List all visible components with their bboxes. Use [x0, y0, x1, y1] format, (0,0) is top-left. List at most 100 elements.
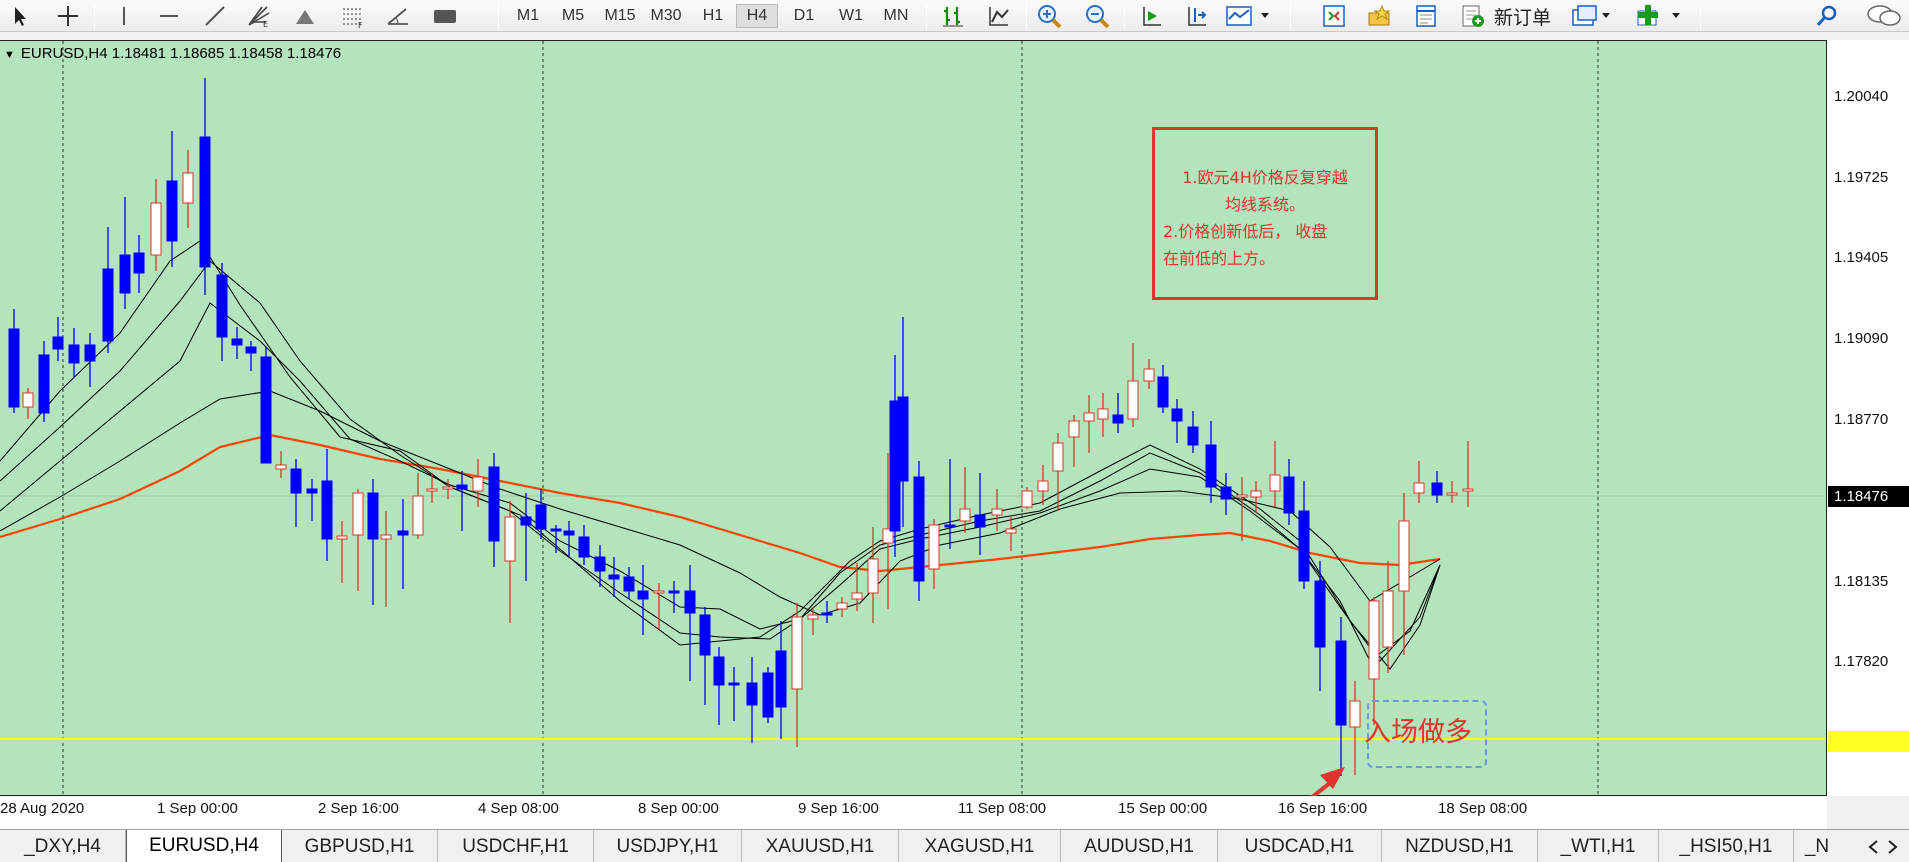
tab-scroll-arrows[interactable] — [1864, 830, 1904, 862]
bull-candle — [1127, 380, 1139, 420]
bear-candle — [216, 274, 228, 338]
chart-shift-icon[interactable] — [1183, 3, 1211, 29]
timeframe-mn[interactable]: MN — [874, 4, 918, 28]
tab-eurusd-h4[interactable]: EURUSD,H4 — [126, 830, 282, 862]
add-icon[interactable] — [1636, 3, 1664, 29]
bear-candle — [775, 650, 787, 708]
bear-candle — [563, 530, 575, 536]
bear-candle — [321, 480, 333, 540]
tab-usdjpy-h1[interactable]: USDJPY,H1 — [594, 830, 742, 862]
line-chart-icon[interactable] — [985, 3, 1013, 29]
price-chart[interactable] — [0, 40, 1827, 796]
tab-usdcad-h1[interactable]: USDCAD,H1 — [1218, 830, 1382, 862]
tab-xagusd-h1[interactable]: XAGUSD,H1 — [899, 830, 1061, 862]
timeframe-d1[interactable]: D1 — [783, 4, 825, 28]
price-label: 1.18135 — [1834, 573, 1889, 590]
rectangle-shape-icon[interactable] — [431, 3, 459, 29]
crosshair-icon[interactable] — [54, 3, 82, 29]
tab-usdchf-h1[interactable]: USDCHF,H1 — [438, 830, 594, 862]
trend-line-icon[interactable] — [201, 3, 229, 29]
bear-candle — [535, 504, 547, 530]
toolbar-separator — [926, 3, 927, 29]
cursor-arrow-icon[interactable] — [6, 3, 34, 29]
bear-candle — [974, 514, 986, 528]
entry-label: 入场做多 — [1364, 717, 1472, 748]
bear-candle — [1220, 486, 1232, 500]
bear-candle — [668, 590, 680, 594]
timeframe-w1[interactable]: W1 — [829, 4, 873, 28]
timeframe-m30[interactable]: M30 — [643, 4, 689, 28]
current-price-tag: 1.18476 — [1828, 486, 1909, 507]
price-label: 1.20040 — [1834, 88, 1889, 105]
svg-text:F: F — [358, 21, 363, 28]
moving-average-line — [0, 433, 1441, 573]
toolbar-separator — [1124, 3, 1125, 29]
bear-candle — [68, 344, 80, 364]
svg-text:E: E — [263, 20, 268, 28]
moving-averages — [0, 240, 1441, 670]
angle-line-icon[interactable] — [384, 3, 412, 29]
time-label: 16 Sep 16:00 — [1278, 800, 1368, 817]
time-label: 28 Aug 2020 — [0, 800, 85, 817]
entry-arrow — [1310, 767, 1345, 796]
bear-candle — [1314, 580, 1326, 648]
terminal-icon[interactable] — [1412, 3, 1440, 29]
tab-gbpusd-h1[interactable]: GBPUSD,H1 — [282, 830, 438, 862]
zoom-in-icon[interactable] — [1035, 3, 1063, 29]
fibonacci-grid-icon[interactable]: F — [339, 3, 367, 29]
note-line: 在前低的上方。 — [1163, 249, 1276, 268]
tab-audusd-h1[interactable]: AUDUSD,H1 — [1061, 830, 1218, 862]
market-watch-icon[interactable] — [1320, 3, 1348, 29]
tab-wti-h1[interactable]: _WTI,H1 — [1538, 830, 1659, 862]
timeframe-m15[interactable]: M15 — [597, 4, 643, 28]
tab-xauusd-h1[interactable]: XAUUSD,H1 — [742, 830, 899, 862]
bear-candle — [306, 488, 318, 494]
bear-candle — [260, 356, 272, 464]
tab-dxy-h4[interactable]: _DXY,H4 — [0, 830, 126, 862]
triangle-shape-icon[interactable] — [291, 3, 319, 29]
bear-candle — [746, 682, 758, 706]
fibonacci-fan-icon[interactable]: E — [245, 3, 273, 29]
expert-advisor-icon[interactable] — [1571, 3, 1599, 29]
bull-candle — [1052, 442, 1064, 472]
search-icon[interactable] — [1813, 3, 1841, 29]
vertical-line-icon[interactable] — [110, 3, 138, 29]
time-scale[interactable] — [0, 797, 1827, 829]
tab-hsi50-h1[interactable]: _HSI50,H1 — [1659, 830, 1794, 862]
navigator-icon[interactable] — [1366, 3, 1394, 29]
auto-scroll-icon[interactable] — [1138, 3, 1166, 29]
time-label: 15 Sep 00:00 — [1118, 800, 1208, 817]
chat-icon[interactable] — [1864, 3, 1904, 29]
timeframe-h4[interactable]: H4 — [736, 4, 778, 28]
toolbar-separator — [1700, 3, 1701, 29]
new-order-button[interactable]: 新订单 — [1494, 2, 1551, 30]
bull-candle — [851, 592, 863, 600]
bear-candle — [1298, 510, 1310, 582]
bear-candle — [1187, 426, 1199, 446]
time-label: 8 Sep 00:00 — [638, 800, 719, 817]
time-label: 2 Sep 16:00 — [318, 800, 399, 817]
timeframe-m5[interactable]: M5 — [554, 4, 592, 28]
bull-candle — [1269, 474, 1281, 492]
chevron-down-icon[interactable] — [1668, 3, 1684, 29]
analysis-note: 1.欧元4H价格反复穿越 均线系统。 2.价格创新低后， 收盘 在前低的上方。 — [1152, 127, 1378, 300]
zoom-out-icon[interactable] — [1083, 3, 1111, 29]
timeframe-m1[interactable]: M1 — [510, 4, 546, 28]
price-label: 1.18770 — [1834, 411, 1889, 428]
bull-candle — [1143, 368, 1155, 382]
bull-candle — [807, 614, 819, 620]
chevron-down-icon[interactable] — [1598, 3, 1614, 29]
toolbar-separator — [94, 3, 95, 29]
horizontal-line-icon[interactable] — [155, 3, 183, 29]
bear-candle — [699, 614, 711, 656]
new-order-icon[interactable] — [1459, 3, 1487, 29]
tab-n[interactable]: _N — [1794, 830, 1840, 862]
tab-nzdusd-h1[interactable]: NZDUSD,H1 — [1382, 830, 1538, 862]
bear-candle — [102, 268, 114, 342]
chevron-down-icon[interactable] — [1257, 3, 1273, 29]
chart-header: ▼ EURUSD,H4 1.18481 1.18685 1.18458 1.184… — [4, 45, 342, 62]
timeframe-h1[interactable]: H1 — [694, 4, 732, 28]
indicators-icon[interactable] — [1225, 3, 1253, 29]
bear-candle — [397, 530, 409, 536]
bar-chart-icon[interactable] — [939, 3, 967, 29]
